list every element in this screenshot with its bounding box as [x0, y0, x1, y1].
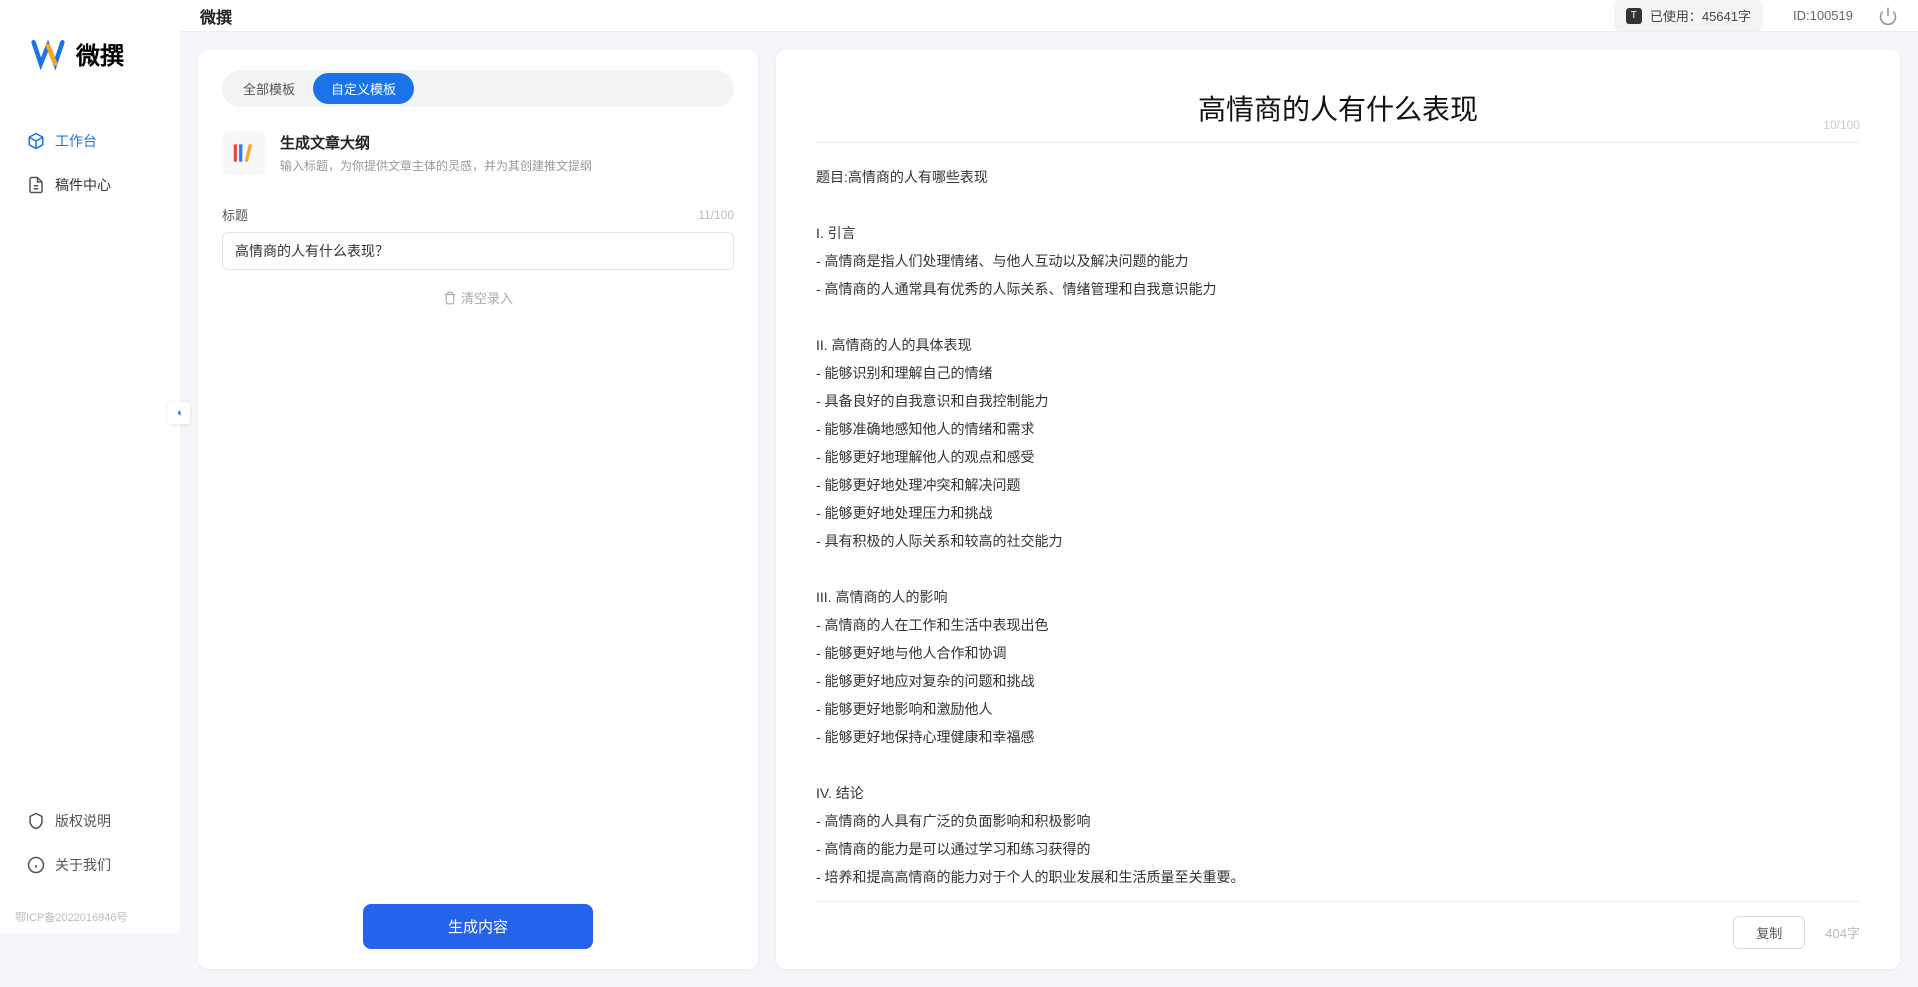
usage-badge[interactable]: T 已使用： 45641字	[1614, 0, 1763, 31]
output-body: 题目:高情商的人有哪些表现 I. 引言 - 高情商是指人们处理情绪、与他人互动以…	[816, 163, 1860, 891]
icp-text: 鄂ICP备2022016946号	[0, 909, 180, 933]
collapse-sidebar-handle[interactable]	[168, 402, 190, 424]
power-icon[interactable]	[1878, 6, 1898, 26]
sidebar-item-label: 版权说明	[55, 811, 111, 831]
title-input[interactable]	[222, 232, 734, 270]
sidebar-item-workspace[interactable]: 工作台	[15, 121, 165, 161]
cube-icon	[27, 132, 45, 150]
user-id: ID:100519	[1793, 8, 1853, 23]
output-title: 高情商的人有什么表现 10/100	[816, 70, 1860, 143]
field-char-count: 11/100	[698, 208, 734, 222]
document-icon	[27, 176, 45, 194]
logo-text: 微撰	[76, 36, 124, 71]
clear-label: 清空录入	[461, 288, 513, 307]
logo: 微撰	[0, 35, 180, 121]
sidebar-item-label: 稿件中心	[55, 175, 111, 195]
usage-prefix: 已使用：	[1650, 6, 1702, 25]
logo-icon	[30, 35, 66, 71]
sidebar-item-copyright[interactable]: 版权说明	[15, 801, 165, 841]
template-desc: 输入标题，为你提供文章主体的灵感，并为其创建推文提纲	[280, 157, 592, 174]
output-panel: 高情商的人有什么表现 10/100 题目:高情商的人有哪些表现 I. 引言 - …	[776, 50, 1900, 969]
template-title: 生成文章大纲	[280, 132, 592, 153]
template-icon	[222, 131, 266, 175]
trash-icon	[443, 291, 457, 305]
sidebar-item-about[interactable]: 关于我们	[15, 845, 165, 885]
input-panel: 全部模板 自定义模板 生成文章大纲 输入标题，为你提供文章主体的灵感，并为其创建…	[198, 50, 758, 969]
usage-value: 45641字	[1702, 6, 1751, 25]
template-header: 生成文章大纲 输入标题，为你提供文章主体的灵感，并为其创建推文提纲	[222, 131, 734, 175]
sidebar-item-label: 工作台	[55, 131, 97, 151]
sidebar-item-drafts[interactable]: 稿件中心	[15, 165, 165, 205]
tab-all-templates[interactable]: 全部模板	[225, 73, 313, 104]
clear-input-button[interactable]: 清空录入	[222, 288, 734, 307]
shield-icon	[27, 812, 45, 830]
field-label: 标题	[222, 205, 248, 224]
template-tabs: 全部模板 自定义模板	[222, 70, 734, 107]
info-icon	[27, 856, 45, 874]
page-title: 微撰	[200, 4, 232, 28]
text-icon: T	[1626, 8, 1642, 24]
sidebar-item-label: 关于我们	[55, 855, 111, 875]
generate-button[interactable]: 生成内容	[363, 904, 593, 949]
tab-custom-templates[interactable]: 自定义模板	[313, 73, 414, 104]
topbar: 微撰 T 已使用： 45641字 ID:100519	[180, 0, 1918, 32]
sidebar: 微撰 工作台 稿件中心 版权说明	[0, 0, 180, 933]
output-title-count: 10/100	[1823, 118, 1860, 132]
